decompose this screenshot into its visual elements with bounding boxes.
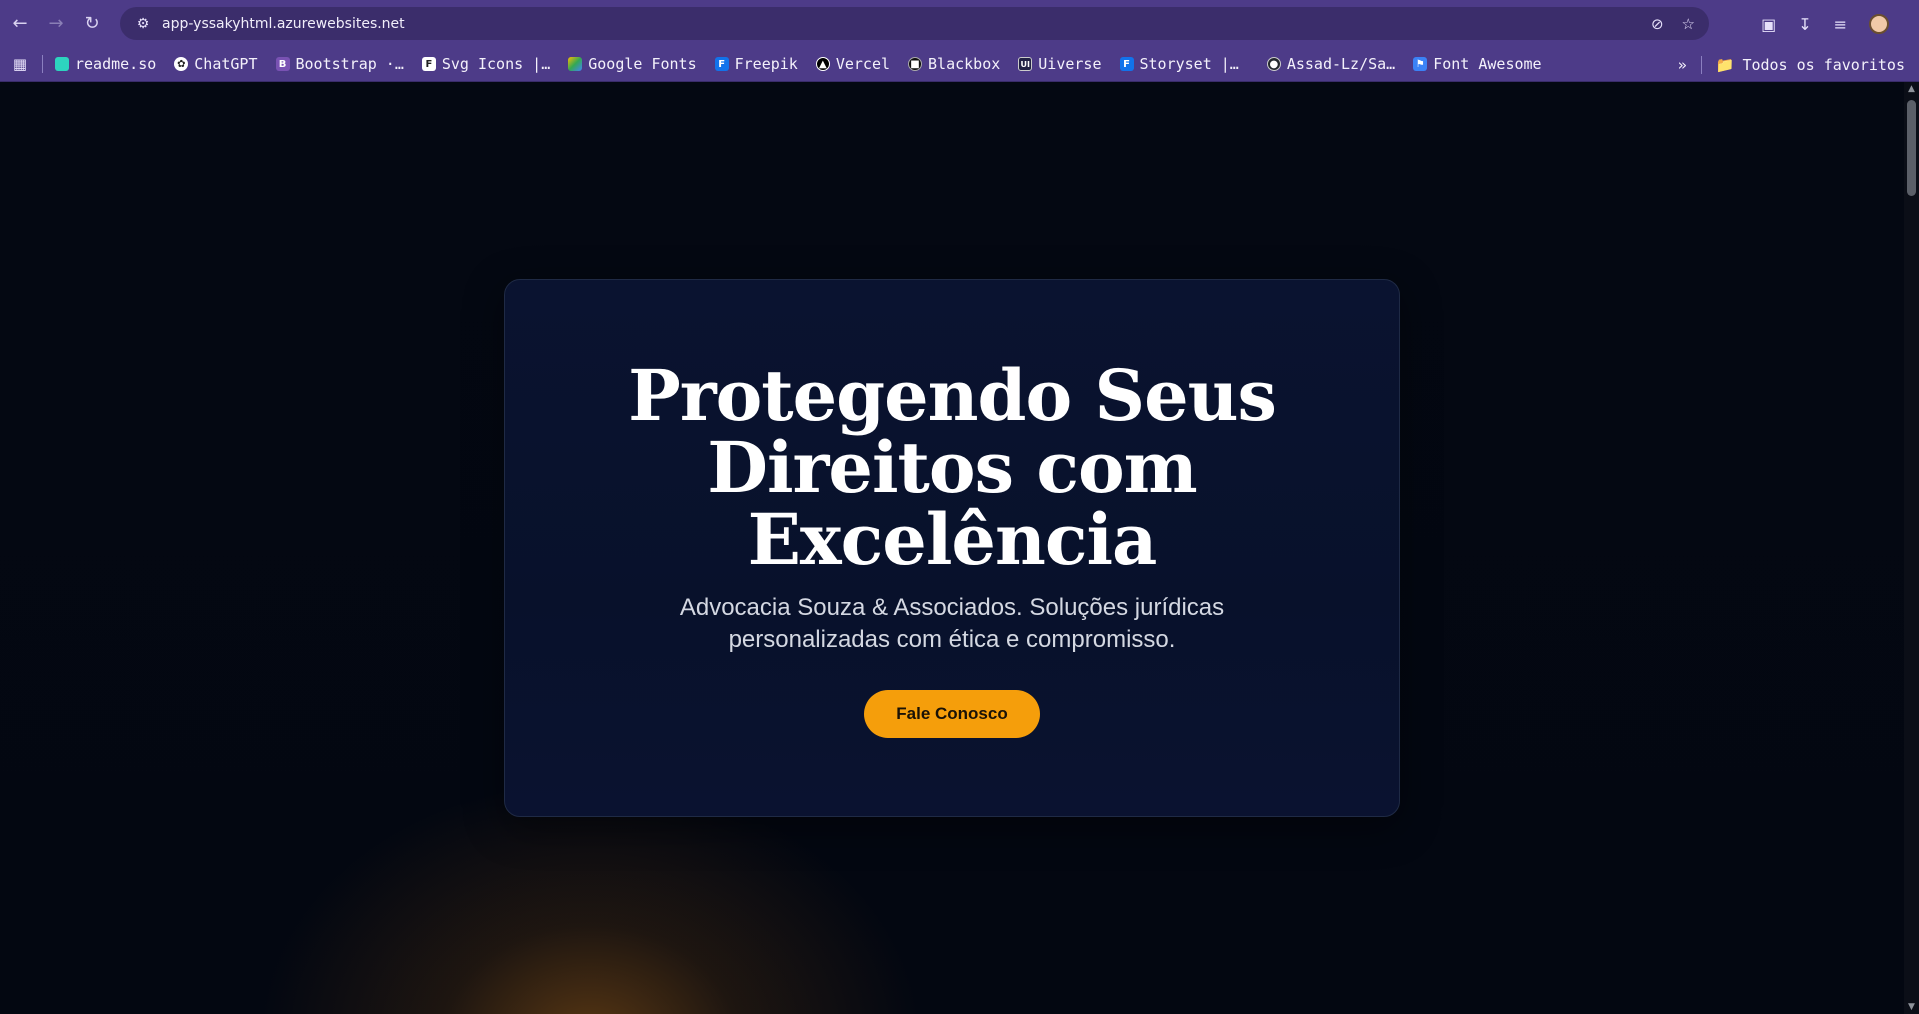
bookmark-chatgpt[interactable]: ✿ ChatGPT (174, 55, 258, 73)
apps-grid-icon[interactable]: ▦ (0, 55, 40, 73)
bookmark-blackbox[interactable]: ■ Blackbox (908, 55, 1000, 73)
star-icon[interactable]: ☆ (1682, 15, 1695, 33)
bookmark-storyset[interactable]: F Storyset |… (1119, 55, 1239, 73)
hero-title-line: Excelência (747, 498, 1158, 581)
bookmark-label: Google Fonts (588, 55, 697, 73)
contact-button[interactable]: Fale Conosco (864, 690, 1040, 738)
bookmark-label: Svg Icons |… (441, 55, 551, 73)
readme-icon (55, 57, 69, 71)
bookmark-label: Uiverse (1038, 55, 1102, 73)
scroll-up-icon[interactable]: ▲ (1904, 84, 1919, 94)
more-bookmarks-icon[interactable]: » (1678, 56, 1687, 74)
vercel-icon: ▲ (815, 57, 830, 71)
uiverse-icon: UI (1018, 57, 1033, 71)
github-icon: ● (1266, 57, 1281, 71)
google-fonts-icon (568, 57, 583, 71)
eye-off-icon[interactable]: ⊘ (1651, 15, 1664, 33)
freepik-icon: F (714, 57, 729, 71)
url-text[interactable]: app-yssakyhtml.azurewebsites.net (162, 16, 405, 32)
bookmark-freepik[interactable]: F Freepik (714, 55, 798, 73)
bookmark-label: Bootstrap ·… (295, 55, 404, 73)
bookmark-uiverse[interactable]: UI Uiverse (1018, 55, 1102, 73)
bookmark-label: Assad-Lz/Sa… (1286, 55, 1396, 73)
download-icon[interactable]: ↧ (1798, 15, 1811, 34)
bookmarks-divider (1700, 55, 1702, 74)
bookmark-label: Blackbox (928, 55, 1001, 73)
browser-toolbar: ← → ↻ ⚙ app-yssakyhtml.azurewebsites.net… (0, 0, 1919, 47)
hero-title-line: Protegendo Seus (628, 354, 1277, 437)
bookmarks-divider (42, 55, 43, 73)
page-scrollbar[interactable]: ▲ ▼ (1904, 82, 1919, 1014)
scrollbar-thumb[interactable] (1907, 100, 1916, 196)
storyset-icon: F (1119, 57, 1134, 71)
forward-icon[interactable]: → (38, 6, 74, 42)
bookmark-vercel[interactable]: ▲ Vercel (815, 55, 891, 73)
bookmark-label: readme.so (75, 55, 157, 73)
scroll-down-icon[interactable]: ▼ (1904, 1002, 1919, 1012)
hero-card: Protegendo Seus Direitos com Excelência … (504, 279, 1400, 817)
profile-avatar[interactable] (1869, 14, 1889, 34)
bookmark-label: Freepik (734, 55, 798, 73)
hero-title-line: Direitos com (707, 426, 1197, 509)
address-bar[interactable]: ⚙ app-yssakyhtml.azurewebsites.net ⊘ ☆ (120, 7, 1709, 40)
reading-list-icon[interactable]: ≡ (1834, 15, 1847, 34)
bookmark-github[interactable]: ● Assad-Lz/Sa… (1266, 55, 1396, 73)
back-icon[interactable]: ← (2, 6, 38, 42)
blackbox-icon: ■ (908, 57, 923, 71)
reload-icon[interactable]: ↻ (74, 6, 110, 42)
bookmark-bootstrap[interactable]: B Bootstrap ·… (275, 55, 404, 73)
bookmark-label: Storyset |… (1139, 55, 1239, 73)
all-bookmarks-button[interactable]: Todos os favoritos (1742, 56, 1905, 74)
chatgpt-icon: ✿ (174, 57, 189, 71)
bookmark-label: Vercel (835, 55, 891, 73)
bookmarks-bar: ▦ readme.so ✿ ChatGPT B Bootstrap ·… F S… (0, 47, 1919, 82)
bookmark-font-awesome[interactable]: ⚑ Font Awesome (1413, 55, 1542, 73)
bookmark-readme[interactable]: readme.so (55, 55, 156, 73)
bookmark-google-fonts[interactable]: Google Fonts (568, 55, 697, 73)
page-viewport: Protegendo Seus Direitos com Excelência … (0, 82, 1904, 1014)
svg-icons-icon: F (421, 57, 436, 71)
extensions-icon[interactable]: ▣ (1761, 15, 1776, 34)
font-awesome-icon: ⚑ (1413, 57, 1428, 71)
bootstrap-icon: B (275, 57, 290, 71)
hero-subtitle: Advocacia Souza & Associados. Soluções j… (679, 594, 1225, 653)
bookmark-label: Font Awesome (1433, 55, 1542, 73)
site-settings-icon[interactable]: ⚙ (126, 16, 160, 32)
folder-icon: 📁 (1715, 55, 1735, 74)
bookmark-svg-icons[interactable]: F Svg Icons |… (421, 55, 551, 73)
hero-title: Protegendo Seus Direitos com Excelência (505, 360, 1399, 576)
bookmark-label: ChatGPT (194, 55, 258, 73)
